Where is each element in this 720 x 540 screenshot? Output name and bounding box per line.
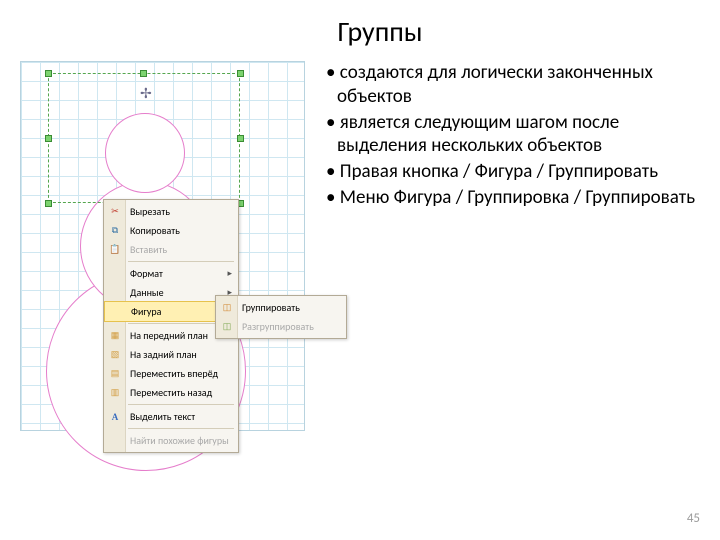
selection-handle[interactable] [237, 135, 244, 142]
menu-label: Группировать [242, 301, 300, 314]
menu-select-text[interactable]: A Выделить текст [104, 407, 238, 426]
selection-handle[interactable] [45, 70, 52, 77]
menu-label: Фигура [131, 305, 161, 318]
send-back-icon: ▧ [108, 348, 122, 362]
ungroup-icon: ◫ [220, 320, 234, 334]
content-row: ✢ ✂ Вырезать ⧉ Копировать 📋 Вставить [0, 55, 720, 451]
menu-label: Формат [130, 267, 163, 280]
menu-send-back[interactable]: ▧ На задний план [104, 345, 238, 364]
move-forward-icon: ▤ [108, 367, 122, 381]
menu-separator [128, 404, 234, 405]
menu-cut[interactable]: ✂ Вырезать [104, 202, 238, 221]
menu-label: Разгруппировать [242, 320, 314, 333]
bring-front-icon: ▦ [108, 329, 122, 343]
menu-paste: 📋 Вставить [104, 240, 238, 259]
bullet-item: Меню Фигура / Группировка / Группировать [326, 186, 700, 210]
page-number: 45 [687, 511, 700, 526]
menu-label: Вырезать [130, 205, 170, 218]
scissors-icon: ✂ [108, 205, 122, 219]
menu-separator [128, 261, 234, 262]
text-icon: A [108, 410, 122, 424]
submenu-group[interactable]: ◫ Группировать [216, 298, 346, 317]
copy-icon: ⧉ [108, 224, 122, 238]
selection-handle[interactable] [45, 135, 52, 142]
bullet-item: является следующим шагом после выделения… [326, 111, 700, 159]
menu-copy[interactable]: ⧉ Копировать [104, 221, 238, 240]
selection-handle[interactable] [140, 70, 147, 77]
figure-submenu: ◫ Группировать ◫ Разгруппировать [215, 295, 347, 339]
menu-separator [128, 428, 234, 429]
slide-title: Группы [40, 0, 720, 55]
move-backward-icon: ▥ [108, 386, 122, 400]
submenu-ungroup: ◫ Разгруппировать [216, 317, 346, 336]
menu-label: На передний план [130, 329, 208, 342]
selection-handle[interactable] [237, 70, 244, 77]
menu-label: Вставить [130, 243, 167, 256]
visio-screenshot: ✢ ✂ Вырезать ⧉ Копировать 📋 Вставить [10, 61, 320, 451]
menu-label: Данные [130, 286, 164, 299]
menu-move-backward[interactable]: ▥ Переместить назад [104, 383, 238, 402]
menu-label: Переместить назад [130, 386, 212, 399]
bullet-list: создаются для логически законченных объе… [326, 55, 710, 451]
menu-label: На задний план [130, 348, 197, 361]
menu-move-forward[interactable]: ▤ Переместить вперёд [104, 364, 238, 383]
submenu-arrow-icon: ▸ [227, 268, 232, 279]
selection-handle[interactable] [45, 200, 52, 207]
menu-label: Переместить вперёд [130, 367, 218, 380]
menu-format[interactable]: Формат ▸ [104, 264, 238, 283]
menu-label: Копировать [130, 224, 180, 237]
group-icon: ◫ [220, 301, 234, 315]
bullet-item: Правая кнопка / Фигура / Группировать [326, 160, 700, 184]
menu-find-similar: Найти похожие фигуры [104, 431, 238, 450]
menu-label: Выделить текст [130, 410, 195, 423]
bullet-item: создаются для логически законченных объе… [326, 61, 700, 109]
move-cursor-icon: ✢ [140, 85, 152, 102]
menu-label: Найти похожие фигуры [130, 434, 229, 447]
paste-icon: 📋 [108, 243, 122, 257]
